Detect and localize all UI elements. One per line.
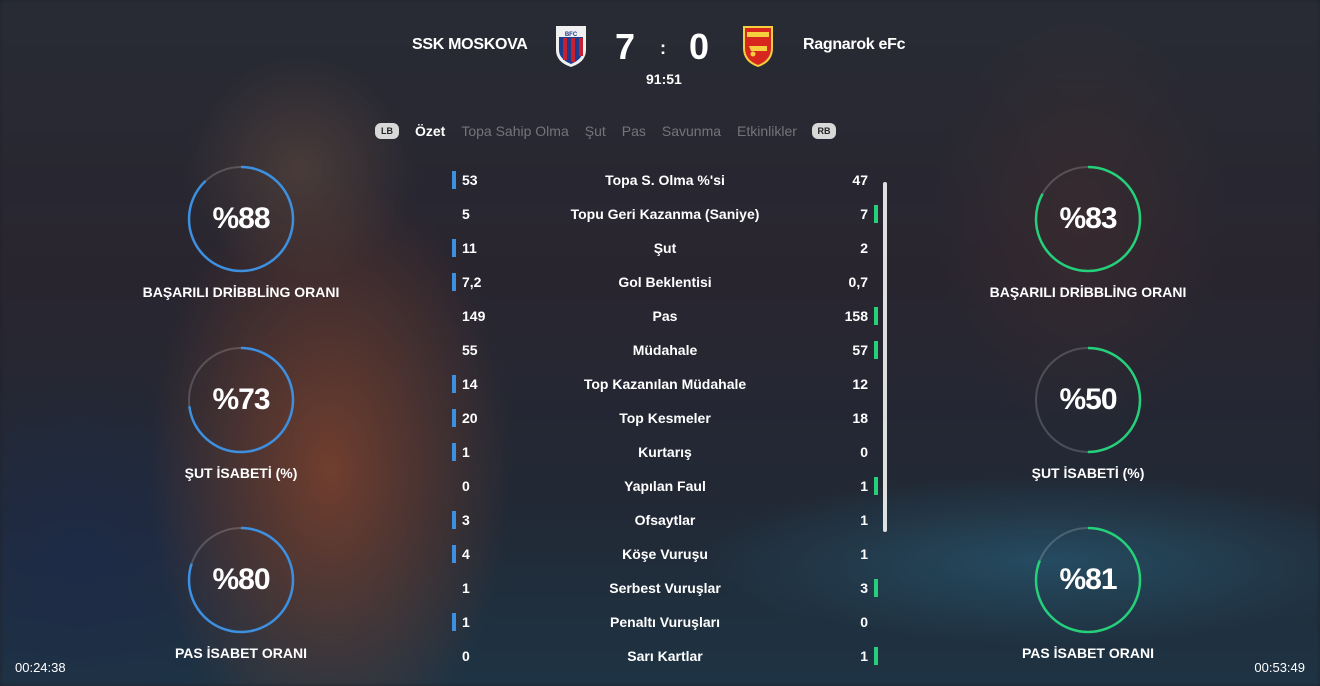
stat-label: Gol Beklentisi xyxy=(618,274,712,290)
stat-row: 149 Pas 158 xyxy=(450,302,880,336)
away-lead-indicator xyxy=(874,307,878,325)
stat-label: Topa S. Olma %'si xyxy=(605,172,725,188)
away-stat-value: 12 xyxy=(852,376,868,392)
away-stat-ring: %83 BAŞARILI DRİBBLİNG ORANI xyxy=(983,164,1193,300)
stat-row: 1 Kurtarış 0 xyxy=(450,438,880,472)
stat-label: Pas xyxy=(652,308,678,324)
ring-percentage: %80 xyxy=(212,563,270,596)
stat-row: 0 Yapılan Faul 1 xyxy=(450,472,880,506)
stat-row: 11 Şut 2 xyxy=(450,234,880,268)
away-stat-value: 3 xyxy=(860,580,868,596)
ring-label: ŞUT İSABETİ (%) xyxy=(184,465,298,481)
stat-row: 7,2 Gol Beklentisi 0,7 xyxy=(450,268,880,302)
ring-percentage: %73 xyxy=(212,383,270,416)
away-team-name: Ragnarok eFc xyxy=(803,36,906,53)
stat-label: Penaltı Vuruşları xyxy=(610,614,720,630)
away-stat-value: 1 xyxy=(860,546,868,562)
stats-scrollbar[interactable] xyxy=(883,182,887,532)
stat-label: Top Kesmeler xyxy=(619,410,711,426)
away-lead-indicator xyxy=(874,579,878,597)
match-clock: 91:51 xyxy=(646,71,682,87)
stat-label: Topu Geri Kazanma (Saniye) xyxy=(570,206,760,222)
away-stat-value: 1 xyxy=(860,648,868,664)
svg-text:BFC: BFC xyxy=(565,32,578,38)
home-team-crest-icon: BFC xyxy=(556,26,586,67)
away-lead-indicator xyxy=(874,205,878,223)
away-lead-indicator xyxy=(874,477,878,495)
stat-label: Şut xyxy=(653,240,677,256)
tab-defending[interactable]: Savunma xyxy=(662,123,721,139)
rb-button-icon[interactable]: RB xyxy=(811,123,836,139)
tab-passing[interactable]: Pas xyxy=(622,123,646,139)
ring-label: PAS İSABET ORANI xyxy=(175,645,307,661)
score-separator: : xyxy=(660,38,666,58)
progress-ring: %80 xyxy=(186,525,296,635)
home-stat-ring: %73 ŞUT İSABETİ (%) xyxy=(136,345,346,481)
away-stat-value: 47 xyxy=(852,172,868,188)
away-stat-value: 18 xyxy=(852,410,868,426)
stat-row: 0 Sarı Kartlar 1 xyxy=(450,642,880,676)
away-stat-ring: %81 PAS İSABET ORANI xyxy=(983,525,1193,661)
ring-label: PAS İSABET ORANI xyxy=(1022,645,1154,661)
away-stat-value: 7 xyxy=(860,206,868,222)
stat-row: 1 Serbest Vuruşlar 3 xyxy=(450,574,880,608)
ring-label: BAŞARILI DRİBBLİNG ORANI xyxy=(142,284,340,300)
lb-button-icon[interactable]: LB xyxy=(375,123,399,139)
stat-row: 14 Top Kazanılan Müdahale 12 xyxy=(450,370,880,404)
ring-label: ŞUT İSABETİ (%) xyxy=(1031,465,1145,481)
ring-percentage: %88 xyxy=(212,202,270,235)
stat-label: Top Kazanılan Müdahale xyxy=(583,376,747,392)
stats-tabs: LB Özet Topa Sahip Olma Şut Pas Savunma … xyxy=(375,121,836,141)
progress-ring: %83 xyxy=(1033,164,1143,274)
home-score: 7 xyxy=(615,26,636,67)
progress-ring: %88 xyxy=(186,164,296,274)
stat-row: 3 Ofsaytlar 1 xyxy=(450,506,880,540)
stat-label: Sarı Kartlar xyxy=(627,648,703,664)
ring-label: BAŞARILI DRİBBLİNG ORANI xyxy=(989,284,1187,300)
stat-label: Kurtarış xyxy=(638,444,692,460)
progress-ring: %73 xyxy=(186,345,296,455)
away-stat-value: 0 xyxy=(860,444,868,460)
away-score: 0 xyxy=(689,26,710,67)
home-stat-ring: %80 PAS İSABET ORANI xyxy=(136,525,346,661)
stat-row: 5 Topu Geri Kazanma (Saniye) 7 xyxy=(450,200,880,234)
stat-label: Köşe Vuruşu xyxy=(622,546,708,562)
stat-row: 53 Topa S. Olma %'si 47 xyxy=(450,166,880,200)
tab-summary[interactable]: Özet xyxy=(415,123,445,139)
away-stat-value: 57 xyxy=(852,342,868,358)
away-lead-indicator xyxy=(874,647,878,665)
tab-shooting[interactable]: Şut xyxy=(585,123,606,139)
stat-row: 55 Müdahale 57 xyxy=(450,336,880,370)
ring-percentage: %83 xyxy=(1059,202,1117,235)
ring-percentage: %50 xyxy=(1059,383,1117,416)
away-stat-ring: %50 ŞUT İSABETİ (%) xyxy=(983,345,1193,481)
stat-row: 4 Köşe Vuruşu 1 xyxy=(450,540,880,574)
away-stat-value: 2 xyxy=(860,240,868,256)
away-lead-indicator xyxy=(874,341,878,359)
away-stat-value: 158 xyxy=(844,308,868,324)
ring-percentage: %81 xyxy=(1059,563,1117,596)
match-stats-table: 53 Topa S. Olma %'si 47 5 Topu Geri Kazanma … xyxy=(450,166,880,676)
away-stat-value: 0,7 xyxy=(848,274,868,290)
tab-events[interactable]: Etkinlikler xyxy=(737,123,797,139)
stat-label: Ofsaytlar xyxy=(634,512,696,528)
stat-label: Serbest Vuruşlar xyxy=(609,580,721,596)
stat-label: Müdahale xyxy=(632,342,698,358)
video-elapsed-time: 00:24:38 xyxy=(15,660,66,675)
progress-ring: %81 xyxy=(1033,525,1143,635)
tab-possession[interactable]: Topa Sahip Olma xyxy=(461,123,568,139)
progress-ring: %50 xyxy=(1033,345,1143,455)
stat-row: 1 Penaltı Vuruşları 0 xyxy=(450,608,880,642)
video-total-time: 00:53:49 xyxy=(1254,660,1305,675)
stat-row: 20 Top Kesmeler 18 xyxy=(450,404,880,438)
stat-label: Yapılan Faul xyxy=(624,478,706,494)
home-stat-ring: %88 BAŞARILI DRİBBLİNG ORANI xyxy=(136,164,346,300)
home-team-name: SSK MOSKOVA xyxy=(412,36,528,53)
away-team-crest-icon xyxy=(743,26,773,67)
away-stat-value: 1 xyxy=(860,512,868,528)
away-stat-value: 0 xyxy=(860,614,868,630)
away-stat-value: 1 xyxy=(860,478,868,494)
